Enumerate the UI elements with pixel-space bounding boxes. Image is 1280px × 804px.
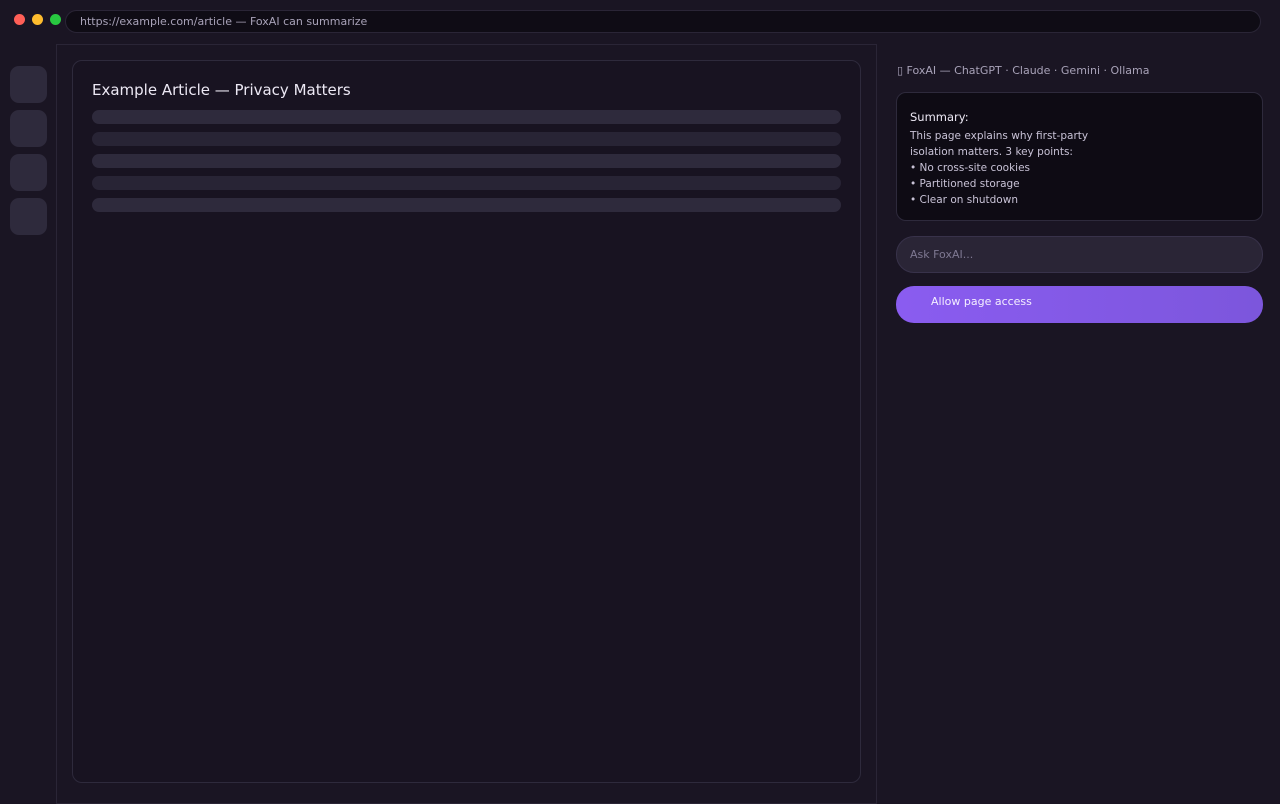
vertical-tab[interactable] xyxy=(10,154,47,191)
address-bar[interactable]: https://example.com/article — FoxAI can … xyxy=(65,10,1261,33)
text-placeholder-line xyxy=(92,154,841,168)
text-placeholder-line xyxy=(92,110,841,124)
summary-line: • Clear on shutdown xyxy=(910,194,1018,206)
summary-title: Summary: xyxy=(910,110,969,124)
sidebar-header: ▯ FoxAI — ChatGPT · Claude · Gemini · Ol… xyxy=(897,64,1150,77)
window-close-button[interactable] xyxy=(14,14,25,25)
text-placeholder-line xyxy=(92,198,841,212)
window-zoom-button[interactable] xyxy=(50,14,61,25)
allow-page-access-button[interactable]: Allow page access xyxy=(896,286,1263,323)
ask-foxai-input[interactable] xyxy=(896,236,1263,273)
summary-line: isolation matters. 3 key points: xyxy=(910,146,1073,158)
summary-line: • Partitioned storage xyxy=(910,178,1020,190)
article-title: Example Article — Privacy Matters xyxy=(92,81,351,99)
article-card xyxy=(72,60,861,783)
vertical-tab[interactable] xyxy=(10,66,47,103)
summary-line: • No cross-site cookies xyxy=(910,162,1031,174)
vertical-tab[interactable] xyxy=(10,110,47,147)
summary-line: This page explains why first-party xyxy=(910,130,1089,142)
vertical-tab-strip xyxy=(0,38,56,800)
window-minimize-button[interactable] xyxy=(32,14,43,25)
vertical-tab[interactable] xyxy=(10,198,47,235)
browser-toolbar: https://example.com/article — FoxAI can … xyxy=(0,0,1280,38)
text-placeholder-line xyxy=(92,176,841,190)
text-placeholder-line xyxy=(92,132,841,146)
